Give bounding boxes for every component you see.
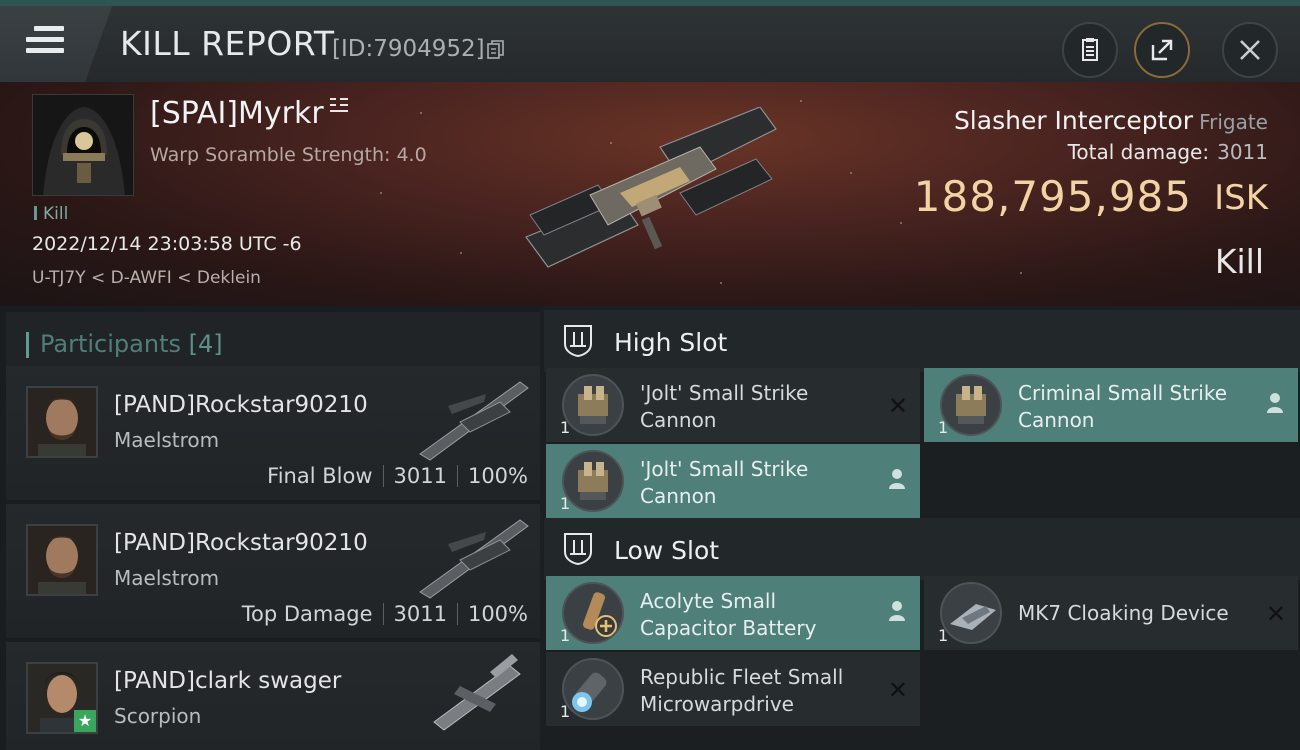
high-slot-label: High Slot <box>614 328 728 357</box>
participant-name: [PAND]clark swager <box>114 668 342 694</box>
hooded-pilot-avatar <box>33 95 133 195</box>
kill-banner: [SPAI]Myrkr Warp Soramble Strength: 4.0 … <box>0 82 1300 306</box>
copy-icon[interactable] <box>487 40 505 60</box>
participants-title-text: Participants <box>40 330 181 358</box>
participant-stats: Top Damage 3011 100% <box>242 602 528 626</box>
module-quantity: 1 <box>560 418 571 437</box>
participant-name: [PAND]Rockstar90210 <box>114 530 368 556</box>
participant-row[interactable]: [PAND]Rockstar90210 Maelstrom Final Blow… <box>6 366 540 500</box>
report-id: [ID:7904952] <box>332 36 485 62</box>
module-item[interactable]: 1 MK7 Cloaking Device ✕ <box>924 576 1298 650</box>
warp-scramble-strength: Warp Soramble Strength: 4.0 <box>150 144 427 166</box>
microwarpdrive-icon <box>562 658 624 720</box>
total-damage: Total damage: 3011 <box>1068 140 1268 164</box>
low-slot-icon <box>564 533 592 566</box>
header-bar: KILL REPORT [ID:7904952] <box>0 0 1300 82</box>
victim-ship-image <box>525 107 777 268</box>
dropped-person-icon <box>1267 393 1283 413</box>
cannon-icon <box>562 450 624 512</box>
low-slot-header: Low Slot <box>544 518 1300 580</box>
module-quantity: 1 <box>560 626 571 645</box>
module-quantity: 1 <box>938 418 949 437</box>
menu-icon <box>26 26 64 59</box>
high-slot-header: High Slot <box>544 310 1300 372</box>
kill-location[interactable]: U-TJ7Y < D-AWFI < Deklein <box>32 268 261 288</box>
participant-role: Top Damage <box>241 602 373 626</box>
participants-count: [4] <box>188 330 223 358</box>
total-damage-value: 3011 <box>1217 140 1268 164</box>
kill-tag: Kill <box>34 204 68 224</box>
participant-percent: 100% <box>467 602 528 626</box>
participant-name: [PAND]Rockstar90210 <box>114 392 368 418</box>
low-slot-label: Low Slot <box>614 536 720 565</box>
participants-title: Participants [4] <box>26 330 223 358</box>
module-name: MK7 Cloaking Device <box>1018 601 1229 625</box>
fitting-panel: High Slot 1 'Jolt' Small Strike Cannon ✕… <box>540 306 1300 750</box>
module-quantity: 1 <box>560 494 571 513</box>
participant-ship: Maelstrom <box>114 566 220 590</box>
module-name: Acolyte Small Capacitor Battery <box>640 589 817 640</box>
module-item[interactable]: 1 Acolyte Small Capacitor Battery <box>546 576 920 650</box>
close-button[interactable] <box>1222 22 1278 78</box>
cannon-icon <box>562 374 624 436</box>
high-slot-icon <box>564 325 592 358</box>
ship-class: Frigate <box>1199 110 1268 134</box>
star-badge-icon: ★ <box>74 710 96 732</box>
participant-ship: Maelstrom <box>114 428 220 452</box>
kill-datetime: 2022/12/14 23:03:58 UTC -6 <box>32 233 302 255</box>
victim-ship-name[interactable]: Slasher Interceptor Frigate <box>954 106 1268 135</box>
participant-avatar: ★ <box>26 662 98 734</box>
participant-percent: 100% <box>467 464 528 488</box>
participant-ship-image <box>419 519 529 599</box>
participant-ship-image <box>433 654 521 731</box>
participant-role: Final Blow <box>267 464 373 488</box>
destroyed-x-icon: ✕ <box>887 676 908 704</box>
module-name: Republic Fleet Small Microwarpdrive <box>640 665 844 716</box>
total-damage-label: Total damage: <box>1067 140 1210 164</box>
participant-damage: 3011 <box>393 464 447 488</box>
isk-value: 188,795,985 <box>913 172 1192 221</box>
menu-button[interactable] <box>0 6 112 82</box>
participant-row[interactable]: ★ [PAND]clark swager Scorpion <box>6 642 540 750</box>
module-item[interactable]: 1 'Jolt' Small Strike Cannon ✕ <box>546 368 920 442</box>
participant-avatar <box>26 386 98 458</box>
participants-header: Participants [4] <box>6 312 540 370</box>
participant-ship-image <box>419 381 529 461</box>
module-name: 'Jolt' Small Strike Cannon <box>640 381 809 432</box>
capacitor-battery-icon <box>562 582 624 644</box>
participant-row[interactable]: [PAND]Rockstar90210 Maelstrom Top Damage… <box>6 504 540 638</box>
victim-portrait[interactable] <box>32 94 134 196</box>
module-item[interactable]: 1 'Jolt' Small Strike Cannon <box>546 444 920 518</box>
destroyed-x-icon: ✕ <box>887 392 908 420</box>
share-icon <box>1151 39 1173 61</box>
corp-info-icon[interactable] <box>328 96 350 114</box>
module-item[interactable]: 1 Criminal Small Strike Cannon <box>924 368 1298 442</box>
cannon-icon <box>940 374 1002 436</box>
module-quantity: 1 <box>560 702 571 721</box>
result-label: Kill <box>1214 242 1264 281</box>
ship-name-text: Slasher Interceptor <box>953 106 1194 135</box>
clipboard-button[interactable] <box>1062 22 1118 78</box>
module-quantity: 1 <box>938 626 949 645</box>
participant-ship: Scorpion <box>114 704 202 728</box>
isk-unit: ISK <box>1214 178 1268 218</box>
page-title: KILL REPORT <box>120 24 335 63</box>
dropped-person-icon <box>889 469 905 489</box>
share-button[interactable] <box>1134 22 1190 78</box>
participant-avatar <box>26 524 98 596</box>
dropped-person-icon <box>889 601 905 621</box>
module-item[interactable]: 1 Republic Fleet Small Microwarpdrive ✕ <box>546 652 920 726</box>
module-name: Criminal Small Strike Cannon <box>1018 381 1228 432</box>
participant-stats: Final Blow 3011 100% <box>267 464 528 488</box>
victim-name[interactable]: [SPAI]Myrkr <box>150 96 324 131</box>
clipboard-icon <box>1082 38 1098 61</box>
module-name: 'Jolt' Small Strike Cannon <box>640 457 809 508</box>
participant-damage: 3011 <box>393 602 447 626</box>
participants-panel: Participants [4] [PAND]Rockstar90210 Mae… <box>0 306 540 750</box>
close-icon <box>1240 40 1260 60</box>
destroyed-x-icon: ✕ <box>1265 600 1286 628</box>
cloaking-device-icon <box>940 582 1002 644</box>
